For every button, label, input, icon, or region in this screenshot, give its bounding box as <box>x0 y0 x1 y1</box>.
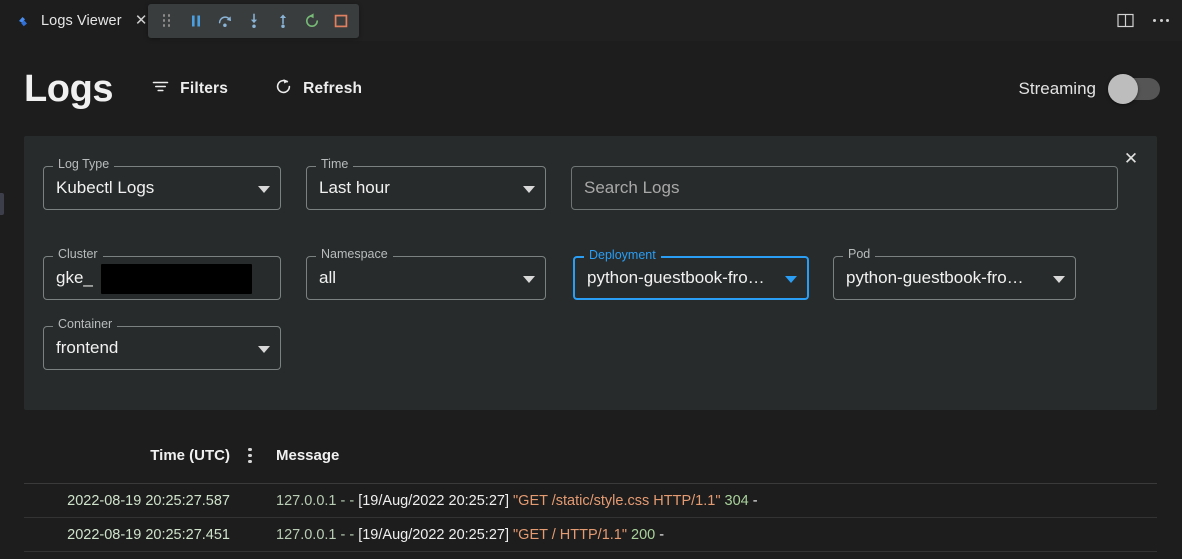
deployment-select[interactable]: Deployment python-guestbook-fro… <box>573 256 809 300</box>
filters-button-label: Filters <box>180 80 228 98</box>
table-row[interactable]: 2022-08-19 20:25:27.451 127.0.0.1 - - [19… <box>24 518 1157 552</box>
log-message-token: - <box>659 527 664 543</box>
logs-viewer-window: Logs Viewer ✕ <box>0 0 1182 559</box>
cluster-label: Cluster <box>53 248 103 261</box>
search-logs-placeholder: Search Logs <box>584 178 1105 198</box>
log-table: Time (UTC) Message 2022-08-19 20:25:27.5… <box>24 428 1157 559</box>
namespace-value: all <box>319 268 533 288</box>
time-label: Time <box>316 158 353 171</box>
pause-button[interactable] <box>182 7 209 35</box>
log-type-label: Log Type <box>53 158 114 171</box>
time-range-select[interactable]: Time Last hour <box>306 166 546 210</box>
log-message-token: 304 <box>725 493 753 509</box>
chevron-down-icon <box>1053 276 1065 283</box>
step-over-button[interactable] <box>211 7 238 35</box>
log-timestamp: 2022-08-19 20:25:27.587 <box>44 493 230 509</box>
column-header-message[interactable]: Message <box>270 447 339 464</box>
streaming-toggle[interactable] <box>1108 78 1160 100</box>
container-select[interactable]: Container frontend <box>43 326 281 370</box>
chevron-down-icon <box>523 186 535 193</box>
title-bar-actions <box>1114 0 1172 41</box>
pod-value: python-guestbook-fro… <box>846 268 1063 288</box>
drag-handle-icon[interactable] <box>153 7 180 35</box>
log-message: 127.0.0.1 - - [19/Aug/2022 20:25:27] "GE… <box>270 493 758 509</box>
deployment-label: Deployment <box>584 249 661 262</box>
log-timestamp: 2022-08-19 20:25:27.451 <box>44 527 230 543</box>
editor-tab-logs-viewer[interactable]: Logs Viewer ✕ <box>0 0 160 41</box>
log-table-header: Time (UTC) Message <box>24 428 1157 484</box>
refresh-button-label: Refresh <box>303 80 362 98</box>
step-out-button[interactable] <box>269 7 296 35</box>
log-message-token: 200 <box>631 527 659 543</box>
more-horizontal-icon[interactable] <box>1150 10 1172 32</box>
stop-button[interactable] <box>327 7 354 35</box>
time-value: Last hour <box>319 178 533 198</box>
step-into-button[interactable] <box>240 7 267 35</box>
filters-panel: ✕ Log Type Kubectl Logs Time Last hour S… <box>24 136 1157 410</box>
namespace-select[interactable]: Namespace all <box>306 256 546 300</box>
log-message-token: 127.0.0.1 - - <box>276 527 358 543</box>
cluster-select[interactable]: Cluster gke_ <box>43 256 281 300</box>
pod-select[interactable]: Pod python-guestbook-fro… <box>833 256 1076 300</box>
namespace-label: Namespace <box>316 248 393 261</box>
container-value: frontend <box>56 338 268 358</box>
log-message-token: [19/Aug/2022 20:25:27] <box>358 527 513 543</box>
pod-label: Pod <box>843 248 875 261</box>
chevron-down-icon <box>258 346 270 353</box>
debug-toolbar <box>148 4 359 38</box>
toggle-knob <box>1108 74 1138 104</box>
chevron-down-icon <box>785 276 797 283</box>
chevron-down-icon <box>258 186 270 193</box>
streaming-control: Streaming <box>1019 78 1160 100</box>
streaming-label: Streaming <box>1019 79 1096 99</box>
column-header-time[interactable]: Time (UTC) <box>44 447 230 464</box>
log-message-token: - <box>753 493 758 509</box>
filters-panel-close-icon[interactable]: ✕ <box>1117 144 1145 172</box>
log-table-body: 2022-08-19 20:25:27.587 127.0.0.1 - - [19… <box>24 484 1157 552</box>
chevron-down-icon <box>523 276 535 283</box>
cluster-redaction-bar <box>101 264 252 294</box>
rail-indicator <box>0 193 4 215</box>
more-vertical-icon[interactable] <box>230 448 270 464</box>
table-row[interactable]: 2022-08-19 20:25:27.587 127.0.0.1 - - [19… <box>24 484 1157 518</box>
filters-row-2: Cluster gke_ Namespace all Deployment py… <box>43 256 1076 300</box>
log-message-token: [19/Aug/2022 20:25:27] <box>358 493 513 509</box>
search-logs-input[interactable]: Search Logs <box>571 166 1118 210</box>
log-message-token: "GET / HTTP/1.1" <box>513 527 631 543</box>
cloud-code-icon <box>14 14 32 28</box>
log-message-token: "GET /static/style.css HTTP/1.1" <box>513 493 724 509</box>
log-type-value: Kubectl Logs <box>56 178 268 198</box>
split-editor-icon[interactable] <box>1114 10 1136 32</box>
container-label: Container <box>53 318 117 331</box>
page-title: Logs <box>24 70 113 108</box>
log-type-select[interactable]: Log Type Kubectl Logs <box>43 166 281 210</box>
refresh-icon <box>274 77 293 101</box>
filter-icon <box>151 77 170 101</box>
page-header: Logs Filters Refresh Streamin <box>0 41 1182 136</box>
tab-title: Logs Viewer <box>41 13 122 29</box>
filters-row-3: Container frontend <box>43 326 281 370</box>
filters-row-1: Log Type Kubectl Logs Time Last hour Sea… <box>43 166 1118 210</box>
refresh-button[interactable]: Refresh <box>264 69 372 109</box>
log-message: 127.0.0.1 - - [19/Aug/2022 20:25:27] "GE… <box>270 527 664 543</box>
filters-button[interactable]: Filters <box>141 69 238 109</box>
deployment-value: python-guestbook-fro… <box>587 268 795 288</box>
restart-button[interactable] <box>298 7 325 35</box>
title-bar: Logs Viewer ✕ <box>0 0 1182 41</box>
log-message-token: 127.0.0.1 - - <box>276 493 358 509</box>
